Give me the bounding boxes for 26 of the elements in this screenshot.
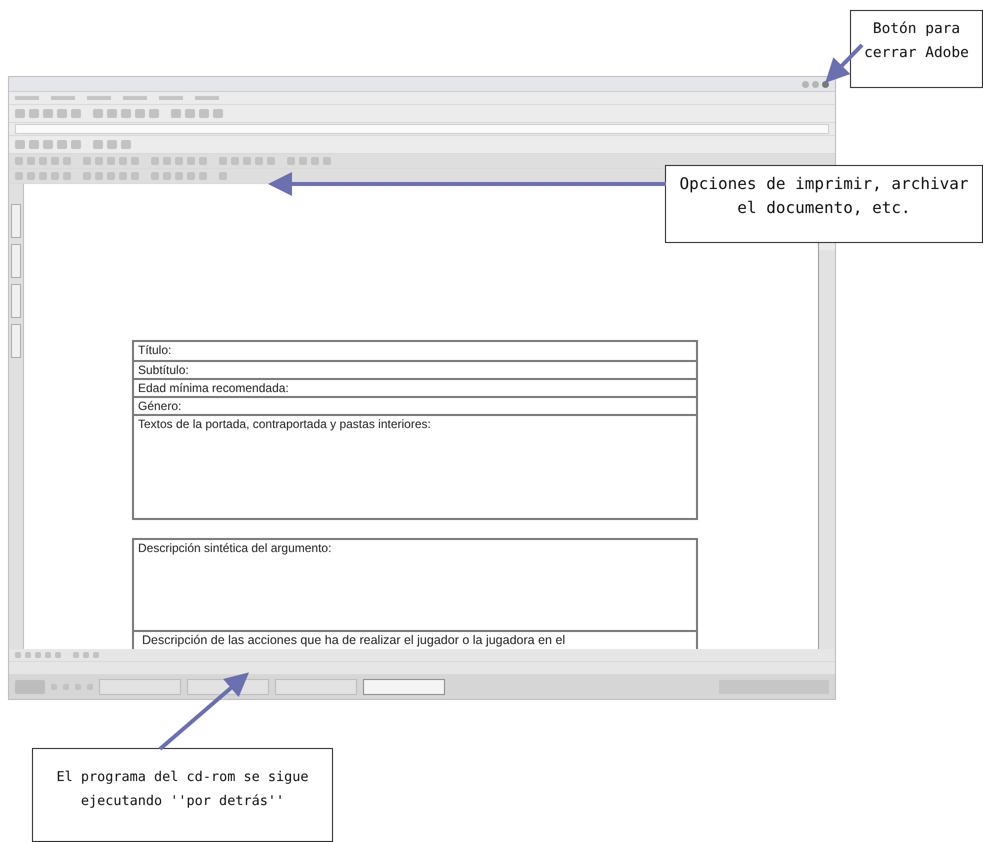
address-field[interactable] xyxy=(15,124,829,134)
arrow xyxy=(825,44,864,83)
scrollbar[interactable] xyxy=(819,250,835,649)
menu-item[interactable] xyxy=(51,96,75,100)
taskbar-button[interactable] xyxy=(363,679,445,695)
menu-item[interactable] xyxy=(195,96,219,100)
side-tab[interactable] xyxy=(11,284,21,318)
form-field: Textos de la portada, contraportada y pastas interiores: xyxy=(134,414,696,518)
taskbar-button[interactable] xyxy=(275,679,357,695)
callout-text: El programa del cd-rom se sigue ejecutando ''por detrás'' xyxy=(32,748,333,842)
form-field: Título: xyxy=(134,342,696,360)
menu-item[interactable] xyxy=(159,96,183,100)
callout-text: Botón para cerrar Adobe xyxy=(850,10,983,88)
form-field: Edad mínima recomendada: xyxy=(134,378,696,396)
menu-item[interactable] xyxy=(87,96,111,100)
menu-item[interactable] xyxy=(123,96,147,100)
form-field: Subtítulo: xyxy=(134,360,696,378)
side-tab[interactable] xyxy=(11,244,21,278)
menu-item[interactable] xyxy=(15,96,39,100)
side-tab[interactable] xyxy=(11,204,21,238)
taskbar-button[interactable] xyxy=(99,679,181,695)
side-tab[interactable] xyxy=(11,324,21,358)
callout-text: Opciones de imprimir, archivar el documento, etc. xyxy=(665,165,983,243)
start-button[interactable] xyxy=(15,680,45,694)
form-field: Género: xyxy=(134,396,696,414)
form-field: Descripción sintética del argumento: xyxy=(134,540,696,630)
